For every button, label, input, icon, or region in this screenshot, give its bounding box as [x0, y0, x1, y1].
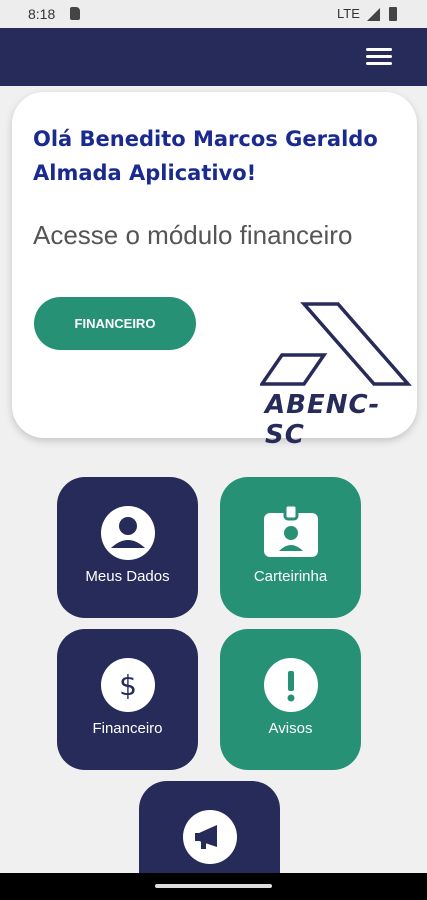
tile-label: Financeiro — [92, 720, 163, 737]
battery-icon — [389, 7, 397, 21]
dollar-icon: $ — [101, 658, 155, 712]
exclamation-icon — [264, 658, 318, 712]
status-time: 8:18 — [28, 6, 56, 22]
network-type: LTE — [337, 6, 360, 21]
megaphone-icon — [183, 810, 237, 864]
welcome-subtitle: Acesse o módulo financeiro — [33, 220, 353, 250]
avisos-tile[interactable]: Avisos — [220, 629, 361, 770]
carteirinha-tile[interactable]: Carteirinha — [220, 477, 361, 618]
system-navigation-bar — [0, 873, 427, 900]
hamburger-menu-icon[interactable] — [366, 46, 392, 68]
financeiro-tile[interactable]: $ Financeiro — [57, 629, 198, 770]
meus-dados-tile[interactable]: Meus Dados — [57, 477, 198, 618]
tile-label: Avisos — [268, 720, 313, 737]
gesture-handle[interactable] — [155, 884, 272, 888]
app-bar — [0, 28, 427, 86]
id-badge-icon — [264, 503, 318, 559]
sd-card-icon — [70, 7, 80, 20]
status-bar: 8:18 LTE — [0, 0, 427, 28]
financeiro-button[interactable]: FINANCEIRO — [34, 297, 196, 350]
signal-icon — [367, 8, 380, 21]
tile-label: Carteirinha — [253, 568, 328, 585]
logo-text: ABENC-SC — [265, 390, 381, 450]
greeting-title: Olá Benedito Marcos Geraldo Almada Aplic… — [33, 127, 378, 185]
welcome-card: Olá Benedito Marcos Geraldo Almada Aplic… — [12, 92, 417, 450]
tile-label: Meus Dados — [85, 568, 170, 585]
svg-text:$: $ — [119, 669, 137, 702]
user-icon — [101, 506, 155, 560]
